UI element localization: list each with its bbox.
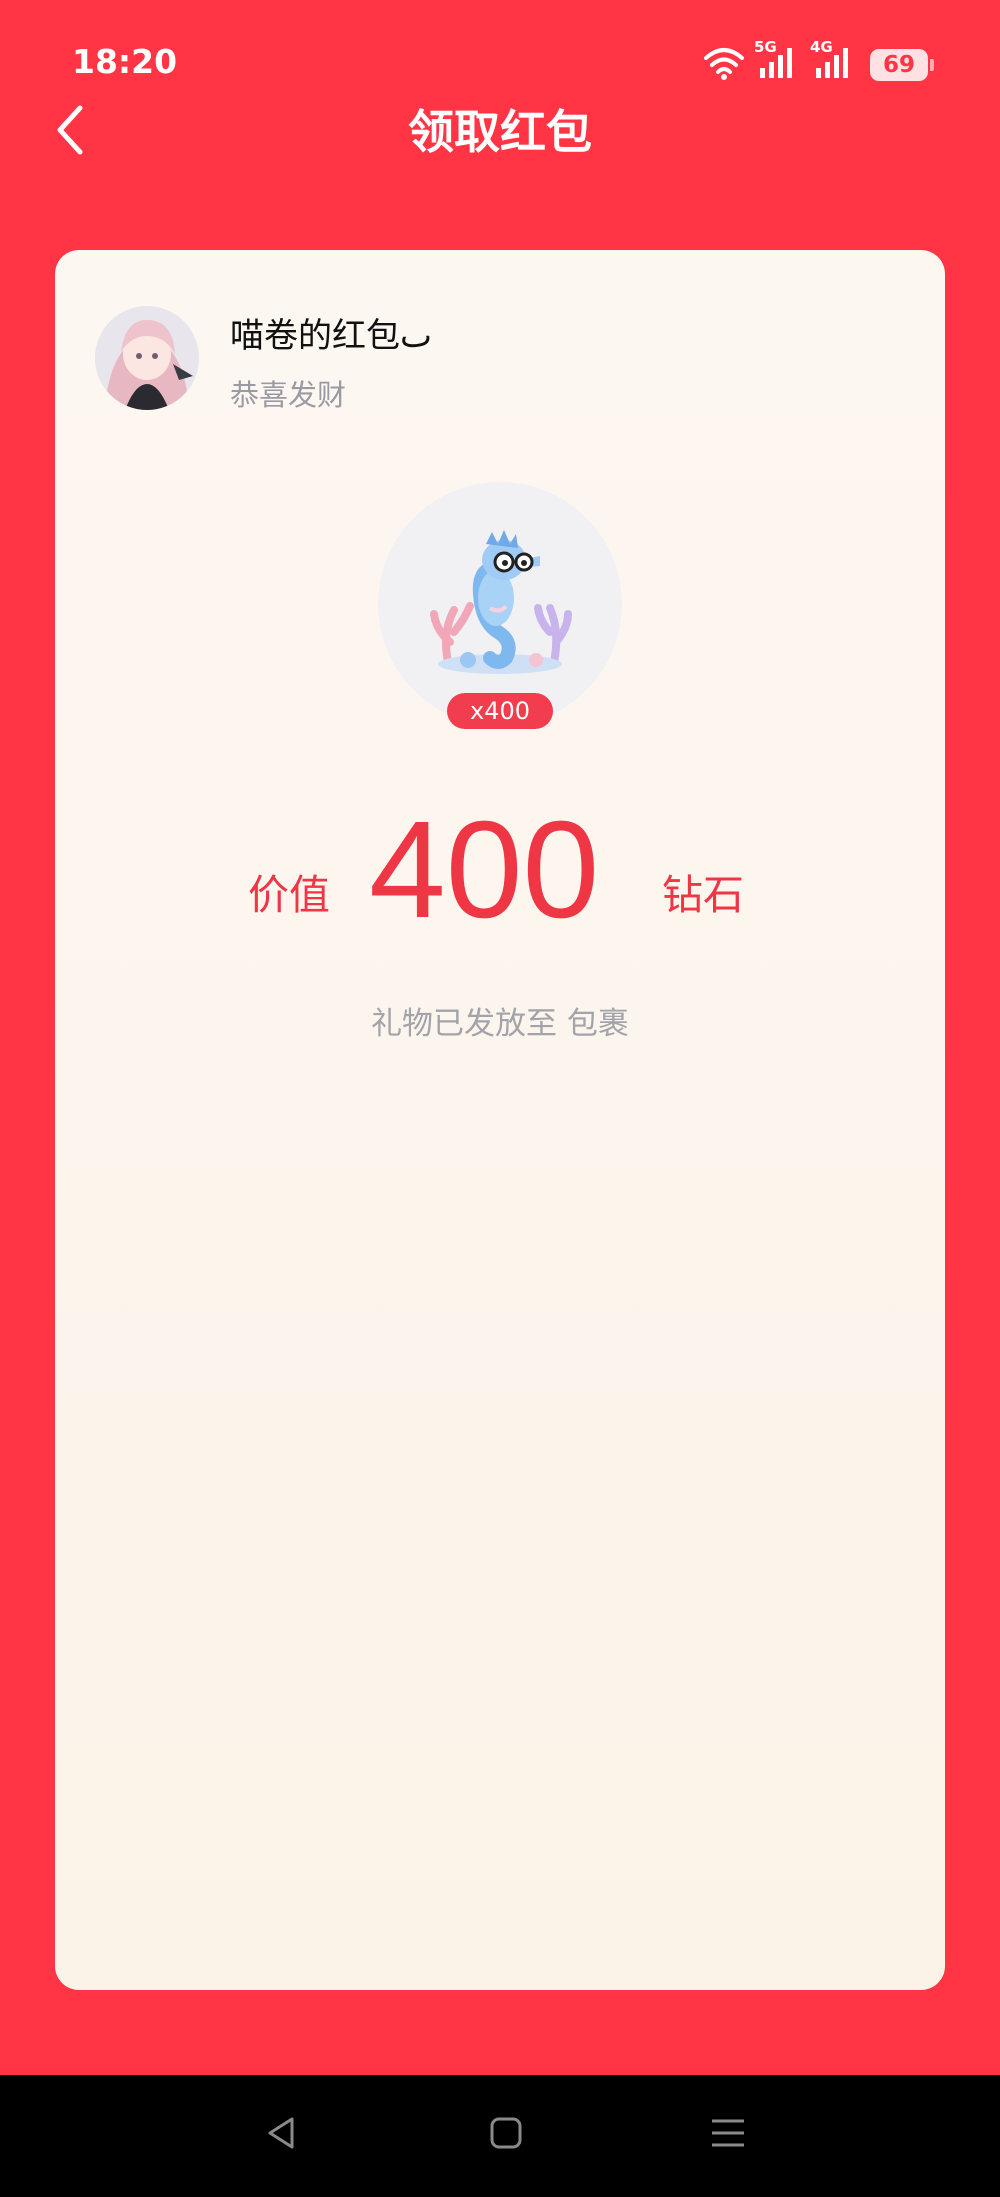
wifi-icon (702, 46, 746, 84)
system-nav-bar (0, 2075, 1000, 2197)
greeting-text: 恭喜发财 (230, 378, 347, 412)
status-bar: 18:20 5G 4G 69 (0, 0, 1000, 110)
page-title: 领取红包 (408, 105, 592, 159)
nav-home-button[interactable] (484, 2113, 528, 2157)
status-time: 18:20 (72, 42, 178, 81)
nav-menu-button[interactable] (706, 2113, 750, 2157)
chevron-left-icon (54, 104, 86, 160)
status-icons: 5G 4G 69 (702, 38, 934, 90)
back-triangle-icon (264, 2115, 300, 2155)
network-type-label: 4G (810, 38, 833, 56)
red-packet-card: 喵卷的红包ٮ 恭喜发财 x400 价值 400 钻石 礼物已发放至 包裹 (55, 250, 945, 1990)
gift-image (378, 482, 622, 726)
delivery-note: 礼物已发放至 包裹 (371, 1006, 629, 1042)
network-type-label: 5G (754, 38, 777, 56)
value-amount: 400 (369, 793, 600, 947)
signal-icon: 5G (754, 38, 802, 84)
home-square-icon (488, 2115, 524, 2155)
value-suffix: 钻石 (662, 871, 744, 919)
value-prefix: 价值 (248, 871, 330, 919)
avatar[interactable] (95, 306, 199, 410)
battery-icon: 69 (870, 49, 928, 81)
sender-name: 喵卷的红包ٮ (230, 316, 433, 356)
menu-lines-icon (710, 2115, 746, 2155)
battery-tip (930, 59, 934, 71)
value-row: 价值 400 钻石 (55, 795, 945, 945)
gift-count-badge: x400 (447, 693, 553, 729)
back-button[interactable] (48, 100, 92, 164)
signal-icon: 4G (810, 38, 858, 84)
nav-back-button[interactable] (260, 2113, 304, 2157)
